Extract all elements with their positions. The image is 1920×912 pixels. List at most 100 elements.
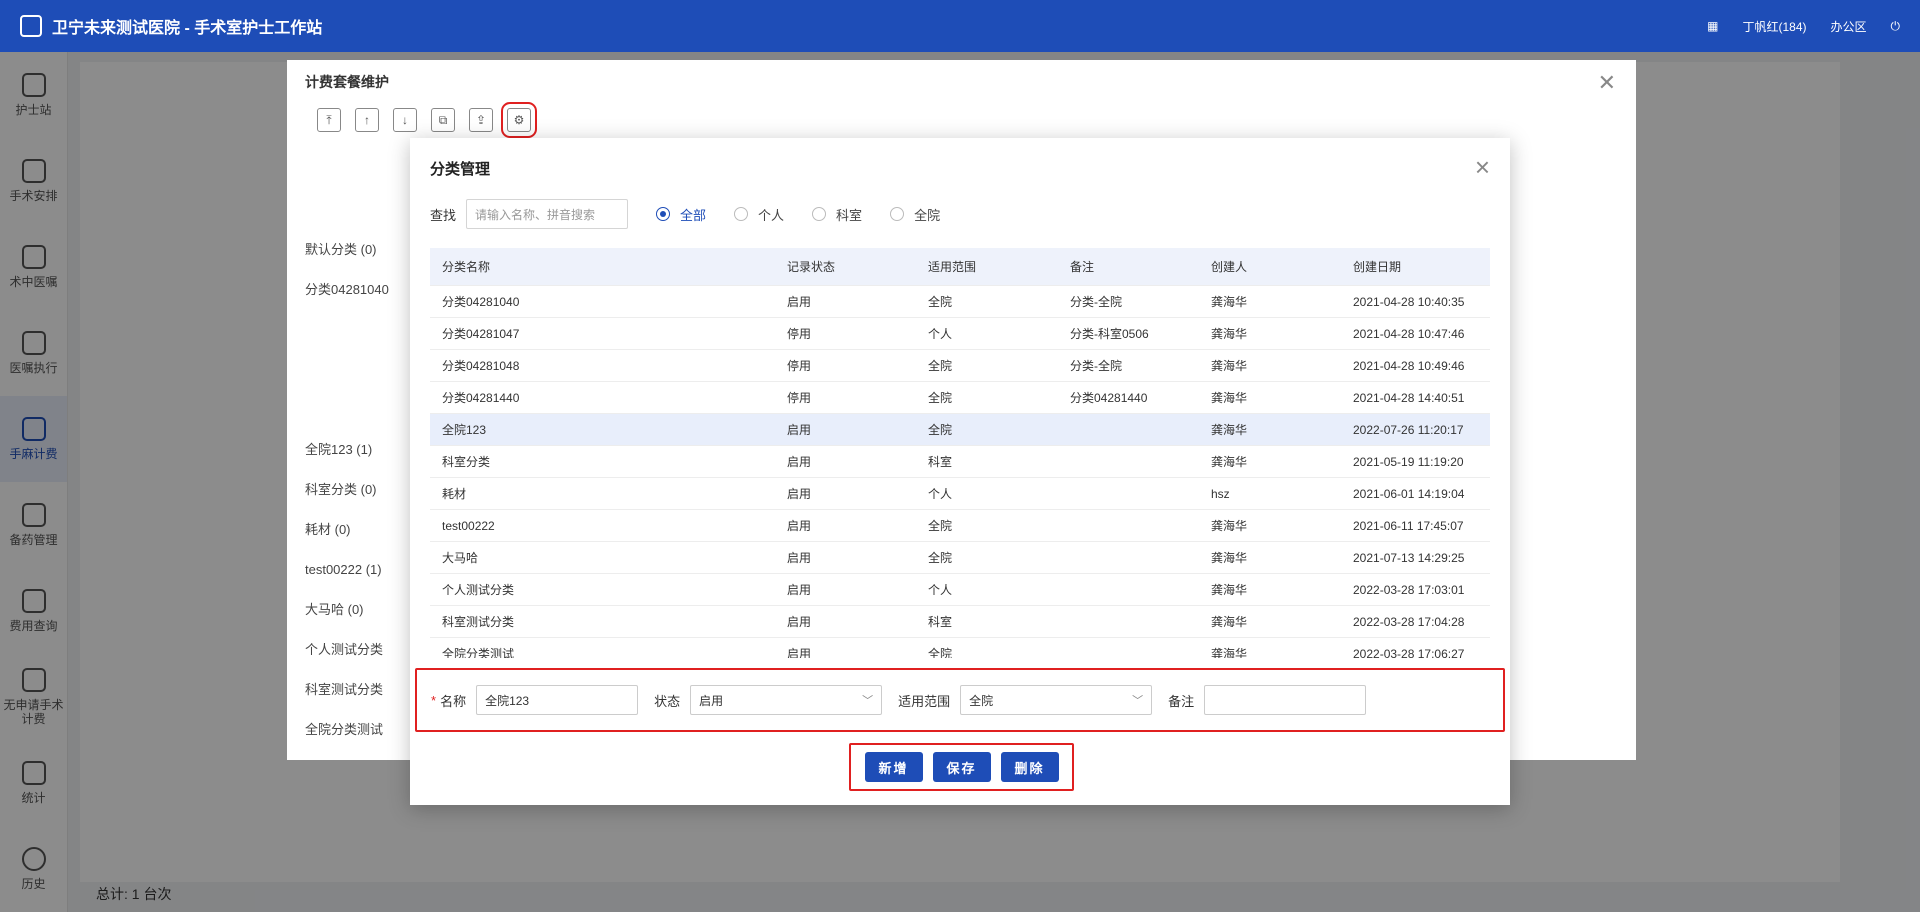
table-cell: 启用 <box>787 583 812 597</box>
table-cell: 停用 <box>787 391 812 405</box>
table-cell: 个人 <box>928 487 953 501</box>
table-row[interactable]: 全院分类测试 启用 全院 龚海华 2022-03-28 17:06:27 <box>430 638 1490 659</box>
table-cell: 龚海华 <box>1211 359 1248 373</box>
table-cell: 分类-全院 <box>1070 295 1122 309</box>
status-label: 状态 <box>654 693 681 709</box>
scope-select[interactable]: 全院 ﹀ <box>960 685 1153 715</box>
table-cell: 科室 <box>928 455 953 469</box>
table-cell: 全院 <box>928 551 953 565</box>
table-cell: 2022-03-28 17:06:27 <box>1353 646 1465 659</box>
table-row[interactable]: 分类04281440 停用 全院 分类04281440 龚海华 2021-04-28 14… <box>430 382 1490 414</box>
radio-dot <box>656 207 671 221</box>
table-header: 分类名称 记录状态 适用范围 备注 创建人 创建日期 <box>430 248 1490 286</box>
close-icon[interactable]: ✕ <box>1598 70 1616 96</box>
table-row[interactable]: 全院123 启用 全院 龚海华 2022-07-26 11:20:17 <box>430 414 1490 446</box>
table-cell: 2021-05-19 11:19:20 <box>1353 454 1464 469</box>
table-cell: 全院 <box>928 295 953 309</box>
table-cell: 停用 <box>787 359 812 373</box>
radio-dot <box>890 207 905 221</box>
top-bar: 卫宁未来测试医院 - 手术室护士工作站 ▦ 丁帆红(184) 办公区 ⏻ <box>0 0 1920 52</box>
outer-modal-title: 计费套餐维护 <box>305 74 389 90</box>
table-row[interactable]: 科室测试分类 启用 科室 龚海华 2022-03-28 17:04:28 <box>430 606 1490 638</box>
table-cell: 龚海华 <box>1211 519 1248 533</box>
table-cell: 分类-全院 <box>1070 359 1122 373</box>
top-right-area: ▦ 丁帆红(184) 办公区 ⏻ <box>1707 0 1900 52</box>
power-icon[interactable]: ⏻ <box>1891 19 1901 34</box>
search-input[interactable]: 请输入名称、拼音搜索 <box>466 199 629 229</box>
edit-form-row: * 名称 全院123 状态 启用 ﹀ 适用范围 全院 ﹀ 备注 <box>415 668 1505 732</box>
table-cell: 2021-04-28 10:49:46 <box>1353 358 1465 373</box>
category-management-dialog: 分类管理 × 查找 请输入名称、拼音搜索 全部 个人 科室 全院 分类名称 记录… <box>410 138 1510 805</box>
table-cell: 2021-04-28 10:47:46 <box>1353 326 1465 341</box>
table-cell: 个人 <box>928 583 953 597</box>
export-icon[interactable]: ⇪ <box>469 108 493 132</box>
name-label: 名称 <box>440 693 467 709</box>
table-cell: 启用 <box>787 295 812 309</box>
table-cell: 大马哈 <box>442 551 479 565</box>
status-select[interactable]: 启用 ﹀ <box>690 685 883 715</box>
table-cell: 启用 <box>787 615 812 629</box>
table-cell: 2021-06-11 17:45:07 <box>1353 518 1464 533</box>
hospital-logo-icon <box>20 15 42 37</box>
table-row[interactable]: 个人测试分类 启用 个人 龚海华 2022-03-28 17:03:01 <box>430 574 1490 606</box>
add-button[interactable]: 新增 <box>864 752 923 782</box>
table-cell: 科室分类 <box>442 455 491 469</box>
table-cell: 龚海华 <box>1211 647 1248 658</box>
table-row[interactable]: 分类04281047 停用 个人 分类-科室0506 龚海华 2021-04-28 10:… <box>430 318 1490 350</box>
scope-label: 适用范围 <box>898 693 951 709</box>
table-row[interactable]: 科室分类 启用 科室 龚海华 2021-05-19 11:19:20 <box>430 446 1490 478</box>
table-cell: 分类-科室0506 <box>1070 327 1149 341</box>
table-row[interactable]: 大马哈 启用 全院 龚海华 2021-07-13 14:29:25 <box>430 542 1490 574</box>
office-selector[interactable]: 办公区 <box>1830 18 1866 35</box>
column-header: 创建日期 <box>1353 260 1402 274</box>
remark-label: 备注 <box>1168 693 1195 709</box>
chevron-down-icon: ﹀ <box>862 695 874 707</box>
table-cell: 龚海华 <box>1211 615 1248 629</box>
move-up-icon[interactable]: ↑ <box>355 108 379 132</box>
table-cell: 2021-07-13 14:29:25 <box>1353 550 1465 565</box>
user-name[interactable]: 丁帆红(184) <box>1742 18 1806 35</box>
table-cell: 龚海华 <box>1211 423 1248 437</box>
table-cell: 启用 <box>787 487 812 501</box>
table-cell: 全院 <box>928 519 953 533</box>
table-row[interactable]: 分类04281040 启用 全院 分类-全院 龚海华 2021-04-28 10:40:3… <box>430 286 1490 318</box>
table-cell: 个人测试分类 <box>442 583 515 597</box>
table-cell: 分类04281440 <box>1070 391 1148 405</box>
copy-icon[interactable]: ⧉ <box>431 108 455 132</box>
table-cell: 启用 <box>787 423 812 437</box>
column-header: 备注 <box>1070 260 1095 274</box>
close-icon[interactable]: × <box>1475 152 1490 183</box>
table-body: 分类04281040 启用 全院 分类-全院 龚海华 2021-04-28 10:40:3… <box>430 286 1490 658</box>
column-header: 创建人 <box>1211 260 1248 274</box>
move-top-icon[interactable]: ⤒ <box>317 108 341 132</box>
radio-dot <box>812 207 827 221</box>
table-cell: 启用 <box>787 551 812 565</box>
save-button[interactable]: 保存 <box>932 752 991 782</box>
table-cell: 龚海华 <box>1211 583 1248 597</box>
remark-field[interactable] <box>1204 685 1367 715</box>
table-cell: 龚海华 <box>1211 551 1248 565</box>
table-cell: test00222 <box>442 518 495 533</box>
table-cell: 全院123 <box>442 423 487 437</box>
table-cell: 2022-03-28 17:04:28 <box>1353 614 1465 629</box>
filter-radio-personal[interactable]: 个人 <box>734 205 784 224</box>
delete-button[interactable]: 删除 <box>1000 752 1059 782</box>
table-cell: hsz <box>1211 486 1230 501</box>
name-field[interactable]: 全院123 <box>476 685 639 715</box>
table-cell: 2021-04-28 10:40:35 <box>1353 294 1465 309</box>
filter-radio-all[interactable]: 全部 <box>656 205 706 224</box>
table-cell: 全院分类测试 <box>442 647 515 658</box>
table-cell: 个人 <box>928 327 953 341</box>
table-cell: 分类04281440 <box>442 391 520 405</box>
column-header: 适用范围 <box>928 260 977 274</box>
outer-toolbar: ⤒ ↑ ↓ ⧉ ⇪ ⚙ <box>317 102 537 138</box>
layout-icon[interactable]: ▦ <box>1707 19 1718 33</box>
table-row[interactable]: 分类04281048 停用 全院 分类-全院 龚海华 2021-04-28 10:49:4… <box>430 350 1490 382</box>
app-title: 卫宁未来测试医院 - 手术室护士工作站 <box>52 20 323 37</box>
filter-radio-hospital[interactable]: 全院 <box>890 205 940 224</box>
table-row[interactable]: test00222 启用 全院 龚海华 2021-06-11 17:45:07 <box>430 510 1490 542</box>
table-row[interactable]: 耗材 启用 个人 hsz 2021-06-01 14:19:04 <box>430 478 1490 510</box>
move-down-icon[interactable]: ↓ <box>393 108 417 132</box>
filter-radio-department[interactable]: 科室 <box>812 205 862 224</box>
gear-icon[interactable]: ⚙ <box>501 102 537 138</box>
